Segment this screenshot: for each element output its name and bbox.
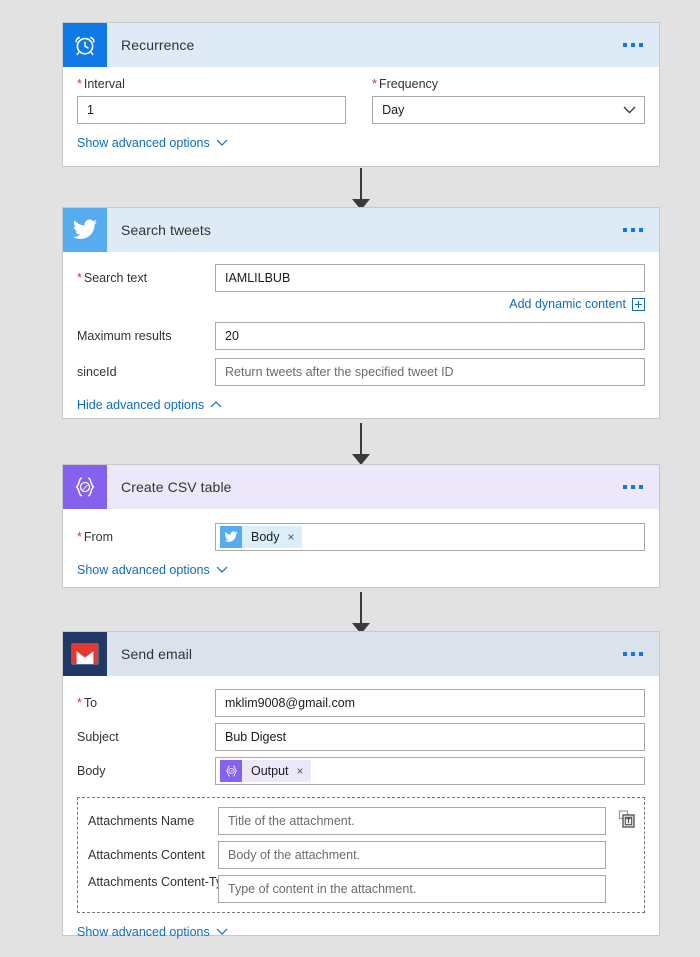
flow-card-recurrence[interactable]: Recurrence * Interval 1 * Frequency Day … <box>62 22 660 167</box>
flow-card-search-tweets[interactable]: Search tweets * Search text IAMLILBUB Add… <box>62 207 660 419</box>
card-overflow-menu-button[interactable] <box>621 646 645 662</box>
flow-designer-canvas: Recurrence * Interval 1 * Frequency Day … <box>0 0 700 957</box>
link-label: Add dynamic content <box>509 297 626 311</box>
required-asterisk: * <box>372 77 377 91</box>
body-label: Body <box>77 764 106 778</box>
add-dynamic-content-link[interactable]: Add dynamic content <box>509 297 645 311</box>
maximum-results-label: Maximum results <box>77 329 172 343</box>
card-header-send-email[interactable]: Send email <box>63 632 659 676</box>
link-label: Show advanced options <box>77 136 210 150</box>
show-advanced-options-create-csv-table[interactable]: Show advanced options <box>77 563 228 577</box>
data-operation-braces-icon <box>220 760 242 782</box>
card-body-send-email: * To mklim9008@gmail.com Subject Bub Dige… <box>63 676 659 955</box>
search-text-value: IAMLILBUB <box>225 271 291 285</box>
interval-input[interactable]: 1 <box>77 96 347 124</box>
plus-icon <box>632 297 645 311</box>
attachments-content-type-input[interactable]: Type of content in the attachment. <box>218 875 606 903</box>
chevron-down-icon <box>216 566 228 573</box>
connector-arrow-2 <box>352 423 370 465</box>
from-input[interactable]: Body × <box>215 523 645 551</box>
twitter-bird-icon <box>220 526 242 548</box>
connector-arrow-1 <box>352 168 370 210</box>
from-label: * From <box>77 530 114 544</box>
show-advanced-options-send-email[interactable]: Show advanced options <box>77 925 228 939</box>
card-title: Send email <box>121 646 193 662</box>
since-id-input[interactable]: Return tweets after the specified tweet … <box>215 358 645 386</box>
dynamic-token-output[interactable]: Output × <box>220 760 311 782</box>
attachments-name-input[interactable]: Title of the attachment. <box>218 807 606 835</box>
attachments-content-type-placeholder: Type of content in the attachment. <box>228 882 417 896</box>
data-operation-braces-icon <box>63 465 107 509</box>
card-header-recurrence[interactable]: Recurrence <box>63 23 659 67</box>
subject-value: Bub Digest <box>225 730 287 744</box>
card-header-create-csv-table[interactable]: Create CSV table <box>63 465 659 509</box>
required-asterisk: * <box>77 696 82 710</box>
flow-card-send-email[interactable]: Send email * To mklim9008@gmail.com Subje… <box>62 631 660 939</box>
attachments-content-placeholder: Body of the attachment. <box>228 848 361 862</box>
frequency-label: * Frequency <box>372 77 439 91</box>
remove-token-icon[interactable]: × <box>297 764 304 778</box>
attachments-content-type-label: Attachments Content-Type <box>88 875 236 889</box>
hide-advanced-options-search-tweets[interactable]: Hide advanced options <box>77 398 222 412</box>
search-text-input[interactable]: IAMLILBUB <box>215 264 645 292</box>
since-id-placeholder: Return tweets after the specified tweet … <box>225 365 454 379</box>
link-label: Hide advanced options <box>77 398 205 412</box>
required-asterisk: * <box>77 271 82 285</box>
attachments-content-label: Attachments Content <box>88 848 205 862</box>
attachments-content-input[interactable]: Body of the attachment. <box>218 841 606 869</box>
body-input[interactable]: Output × <box>215 757 645 785</box>
to-value: mklim9008@gmail.com <box>225 696 356 710</box>
attachments-name-label: Attachments Name <box>88 814 195 828</box>
card-title: Search tweets <box>121 222 212 238</box>
card-overflow-menu-button[interactable] <box>621 37 645 53</box>
remove-token-icon[interactable]: × <box>288 530 295 544</box>
chevron-down-icon <box>623 106 636 114</box>
show-advanced-options-recurrence[interactable]: Show advanced options <box>77 136 228 150</box>
token-label: Body <box>251 530 280 544</box>
maximum-results-value: 20 <box>225 329 239 343</box>
card-title: Recurrence <box>121 37 195 53</box>
card-body-search-tweets: * Search text IAMLILBUB Add dynamic conte… <box>63 252 659 428</box>
card-overflow-menu-button[interactable] <box>621 479 645 495</box>
card-header-search-tweets[interactable]: Search tweets <box>63 208 659 252</box>
link-label: Show advanced options <box>77 925 210 939</box>
dynamic-token-body[interactable]: Body × <box>220 526 302 548</box>
chevron-down-icon <box>216 928 228 935</box>
frequency-value: Day <box>382 103 405 117</box>
interval-label: * Interval <box>77 77 125 91</box>
twitter-bird-icon <box>63 208 107 252</box>
attachments-name-placeholder: Title of the attachment. <box>228 814 355 828</box>
card-title: Create CSV table <box>121 479 232 495</box>
link-label: Show advanced options <box>77 563 210 577</box>
token-label-wrap: Body × <box>242 526 302 548</box>
to-label: * To <box>77 696 98 710</box>
gmail-envelope-icon <box>63 632 107 676</box>
chevron-down-icon <box>216 139 228 146</box>
attachments-group: Attachments Name Title of the attachment… <box>77 797 645 913</box>
flow-card-create-csv-table[interactable]: Create CSV table * From Body × Show adva… <box>62 464 660 588</box>
frequency-select[interactable]: Day <box>372 96 645 124</box>
token-label-wrap: Output × <box>242 760 311 782</box>
subject-input[interactable]: Bub Digest <box>215 723 645 751</box>
required-asterisk: * <box>77 530 82 544</box>
search-text-label: * Search text <box>77 271 148 285</box>
card-overflow-menu-button[interactable] <box>621 222 645 238</box>
chevron-up-icon <box>210 401 222 408</box>
maximum-results-input[interactable]: 20 <box>215 322 645 350</box>
subject-label: Subject <box>77 730 119 744</box>
card-body-create-csv-table: * From Body × Show advanced options <box>63 509 659 593</box>
delete-trash-icon[interactable] <box>618 810 635 828</box>
alarm-clock-icon <box>63 23 107 67</box>
interval-value: 1 <box>87 103 94 117</box>
card-body-recurrence: * Interval 1 * Frequency Day Show advanc… <box>63 67 659 166</box>
to-input[interactable]: mklim9008@gmail.com <box>215 689 645 717</box>
required-asterisk: * <box>77 77 82 91</box>
since-id-label: sinceId <box>77 365 117 379</box>
token-label: Output <box>251 764 289 778</box>
connector-arrow-3 <box>352 592 370 634</box>
